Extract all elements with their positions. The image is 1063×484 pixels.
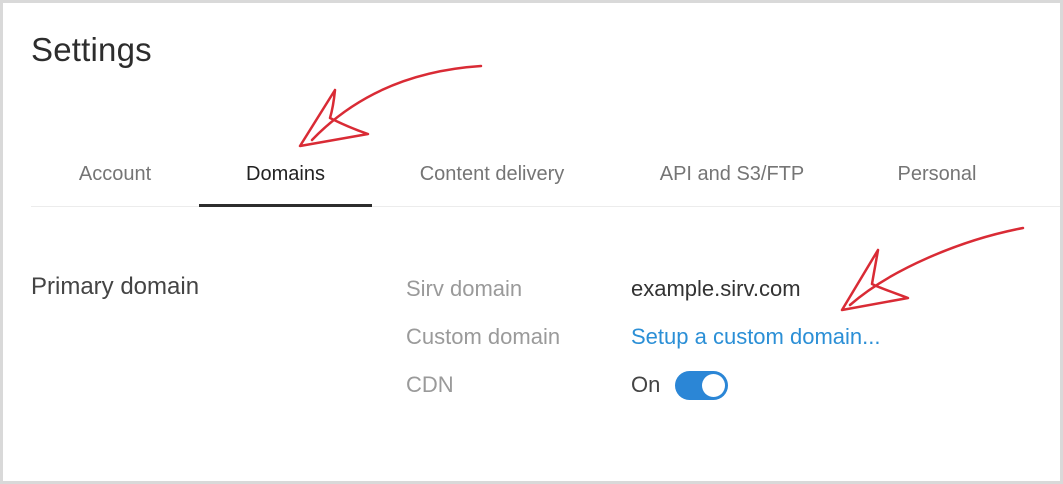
page-title: Settings [31, 31, 152, 68]
tab-content-delivery[interactable]: Content delivery [372, 153, 612, 207]
tab-domains[interactable]: Domains [199, 153, 372, 207]
section-title-primary-domain: Primary domain [31, 273, 200, 300]
tab-personal[interactable]: Personal [852, 153, 1022, 207]
settings-tabs: Account Domains Content delivery API and… [31, 153, 1060, 207]
cdn-toggle[interactable] [675, 371, 728, 400]
sirv-domain-label: Sirv domain [406, 276, 523, 301]
custom-domain-label: Custom domain [406, 324, 561, 349]
setup-custom-domain-link[interactable]: Setup a custom domain... [631, 324, 880, 350]
toggle-knob [702, 374, 725, 397]
cdn-label: CDN [406, 372, 454, 397]
settings-panel: Settings Account Domains Content deliver… [3, 3, 1060, 481]
tab-api-s3-ftp[interactable]: API and S3/FTP [612, 153, 852, 207]
cdn-state-text: On [631, 372, 661, 397]
sirv-domain-value: example.sirv.com [631, 276, 801, 301]
tab-account[interactable]: Account [31, 153, 199, 207]
